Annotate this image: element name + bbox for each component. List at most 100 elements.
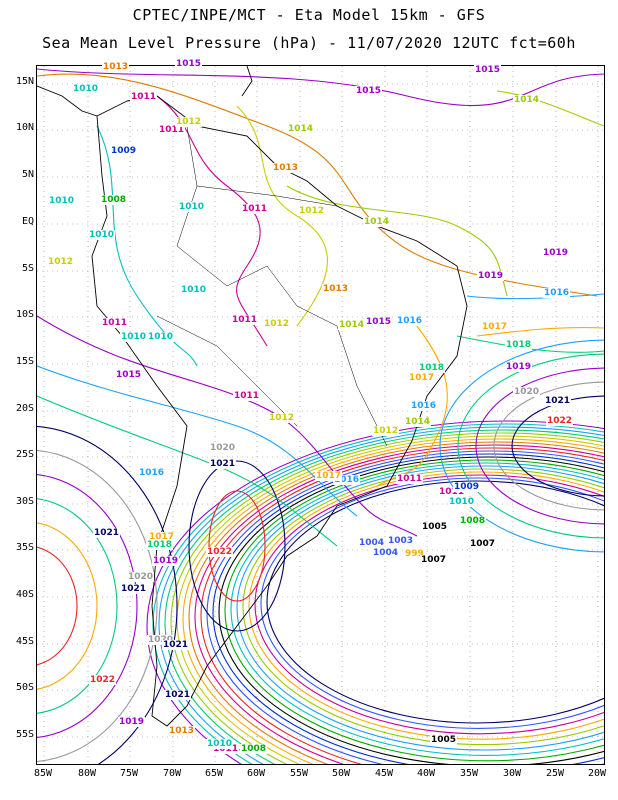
isobar — [37, 315, 418, 537]
lon-label: 85W — [33, 768, 53, 779]
isobar-label: 1004 — [358, 538, 386, 548]
high-isobar — [37, 546, 78, 666]
lat-label: 35S — [15, 542, 34, 553]
lon-label: 80W — [77, 768, 97, 779]
isobar-contours — [37, 68, 604, 764]
isobar-label: 1019 — [118, 717, 146, 727]
isobar-label: 1020 — [513, 387, 541, 397]
isobar-label: 1017 — [481, 322, 509, 332]
isobar-label: 1019 — [542, 248, 570, 258]
south-america-coastline — [91, 95, 468, 727]
isobar-label: 1016 — [396, 316, 424, 326]
isobar-label: 1015 — [474, 65, 502, 75]
lat-label: 5S — [21, 263, 34, 274]
isobar-label: 1015 — [175, 59, 203, 69]
isobar-label: 1014 — [513, 95, 541, 105]
isobar-label: 1010 — [88, 230, 116, 240]
lon-label: 20W — [587, 768, 607, 779]
lat-label: 5N — [21, 169, 34, 180]
isobar-label: 1022 — [89, 675, 117, 685]
low-isobar — [236, 465, 604, 751]
isobar-label: 1011 — [231, 315, 259, 325]
isobar-label: 1021 — [162, 640, 190, 650]
isobar-label: 1012 — [298, 206, 326, 216]
isobar-label: 1011 — [101, 318, 129, 328]
isobar-label: 1013 — [272, 163, 300, 173]
isobar-label: 1010 — [180, 285, 208, 295]
isobar-label: 1012 — [268, 413, 296, 423]
lat-label: 15S — [15, 356, 34, 367]
isobar-label: 1016 — [138, 468, 166, 478]
lon-label: 60W — [246, 768, 266, 779]
lon-label: 25W — [545, 768, 565, 779]
lat-label: 15N — [15, 76, 34, 87]
isobar-label: 1018 — [146, 540, 174, 550]
isobar-label: 1013 — [322, 284, 350, 294]
caribbean-islands — [241, 66, 253, 97]
isobar-label: 1015 — [115, 370, 143, 380]
isobar-label: 1012 — [47, 257, 75, 267]
isobar-label: 1010 — [120, 332, 148, 342]
isobar-label: 1020 — [209, 443, 237, 453]
isobar-label: 1012 — [175, 117, 203, 127]
isobar-label: 1012 — [372, 426, 400, 436]
isobar-label: 1014 — [404, 417, 432, 427]
lon-label: 45W — [374, 768, 394, 779]
low-isobar — [194, 444, 604, 764]
lat-label: 40S — [15, 589, 34, 600]
isobar-label: 1010 — [72, 84, 100, 94]
pressure-map — [37, 66, 604, 764]
lon-label: 70W — [162, 768, 182, 779]
lon-label: 40W — [416, 768, 436, 779]
isobar-label: 1004 — [372, 548, 400, 558]
chart-subtitle: Sea Mean Level Pressure (hPa) - 11/07/20… — [42, 34, 576, 52]
lon-label: 65W — [204, 768, 224, 779]
isobar-label: 1010 — [48, 196, 76, 206]
isobar-label: 1017 — [408, 373, 436, 383]
isobar-label: 1019 — [152, 556, 180, 566]
lon-label: 50W — [331, 768, 351, 779]
isobar-label: 1011 — [396, 474, 424, 484]
isobar-label: 1010 — [147, 332, 175, 342]
lat-label: 55S — [15, 729, 34, 740]
lat-label: 10N — [15, 122, 34, 133]
isobar-label: 1013 — [168, 726, 196, 736]
isobar-label: 1018 — [418, 363, 446, 373]
isobar-label: 1014 — [338, 320, 366, 330]
isobar-label: 1009 — [110, 146, 138, 156]
isobar-label: 1021 — [120, 584, 148, 594]
lat-lon-grid — [37, 66, 604, 764]
isobar-label: 1019 — [477, 271, 505, 281]
isobar — [96, 125, 198, 367]
high-isobar — [37, 474, 138, 738]
isobar-label: 1022 — [206, 547, 234, 557]
isobar-label: 1016 — [543, 288, 571, 298]
lat-label: 50S — [15, 682, 34, 693]
isobar-label: 1005 — [430, 735, 458, 745]
isobar-label: 1021 — [209, 459, 237, 469]
isobar-label: 1010 — [178, 202, 206, 212]
isobar-label: 1019 — [505, 362, 533, 372]
isobar-label: 1011 — [233, 391, 261, 401]
chart-title: CPTEC/INPE/MCT - Eta Model 15km - GFS — [132, 6, 486, 24]
isobar-label: 1007 — [469, 539, 497, 549]
lon-label: 75W — [119, 768, 139, 779]
isobar-label: 1011 — [241, 204, 269, 214]
isobar-label: 1021 — [164, 690, 192, 700]
isobar — [286, 185, 508, 297]
lon-label: 55W — [289, 768, 309, 779]
isobar-label: 1010 — [448, 497, 476, 507]
isobar-label: 1015 — [365, 317, 393, 327]
isobar-label: 1018 — [505, 340, 533, 350]
isobar-label: 1021 — [544, 396, 572, 406]
isobar-label: 1014 — [287, 124, 315, 134]
isobar-label: 1008 — [100, 195, 128, 205]
isobar-label: 1022 — [546, 416, 574, 426]
isobar-label: 1009 — [453, 482, 481, 492]
lat-label: 45S — [15, 636, 34, 647]
lat-label: 20S — [15, 403, 34, 414]
country-border — [156, 315, 298, 427]
isobar-label: 1012 — [263, 319, 291, 329]
isobar-label: 1007 — [420, 555, 448, 565]
isobar-label: 1020 — [127, 572, 155, 582]
